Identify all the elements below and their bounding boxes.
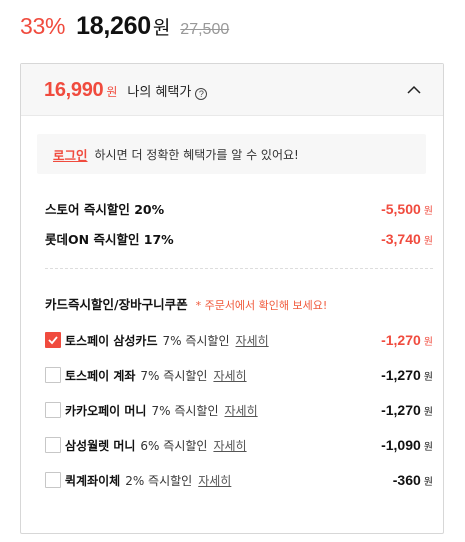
benefit-label: 나의 혜택가 [127,85,192,100]
card-coupon-header: 카드즉시할인/장바구니쿠폰 * 주문서에서 확인해 보세요! [45,294,327,313]
coupon-amount: -1,270 원 [381,367,433,383]
benefit-panel-header[interactable]: 16,990 원 나의 혜택가 ? [21,64,443,116]
card-coupon-note: * 주문서에서 확인해 보세요! [195,299,328,312]
instant-discount-name: 스토어 즉시할인 20% [45,202,165,217]
card-coupon-row: 카카오페이 머니 7% 즉시할인 자세히 -1,270 원 [45,401,433,419]
checkmark-icon [48,336,58,345]
coupon-checkbox[interactable] [45,332,61,348]
instant-discount-row: 롯데ON 즉시할인 17% -3,740 원 [45,229,433,248]
coupon-amount: -1,270 원 [381,332,433,348]
instant-discount-amount: -3,740 원 [381,231,433,247]
coupon-detail-link[interactable]: 자세히 [224,402,257,419]
coupon-checkbox[interactable] [45,472,61,488]
coupon-rate: 7% 즉시할인 [140,368,208,383]
chevron-up-icon[interactable] [407,83,421,97]
card-coupon-row: 토스페이 계좌 7% 즉시할인 자세히 -1,270 원 [45,366,433,384]
benefit-price-group: 16,990 원 나의 혜택가 ? [44,79,208,102]
coupon-detail-link[interactable]: 자세히 [213,367,246,384]
card-coupon-row: 퀵계좌이체 2% 즉시할인 자세히 -360 원 [45,471,433,489]
coupon-rate: 2% 즉시할인 [125,473,193,488]
coupon-detail-link[interactable]: 자세히 [213,437,246,454]
coupon-amount: -360 원 [392,472,433,488]
login-prompt-message: 하시면 더 정확한 혜택가를 알 수 있어요! [94,147,299,162]
coupon-name: 토스페이 삼성카드 [65,333,158,348]
benefit-panel: 16,990 원 나의 혜택가 ? 로그인 하시면 더 정확한 혜택가를 알 수… [20,63,444,534]
card-coupon-row: 삼성월렛 머니 6% 즉시할인 자세히 -1,090 원 [45,436,433,454]
question-circle-icon[interactable]: ? [195,88,208,100]
card-coupon-title: 카드즉시할인/장바구니쿠폰 [45,297,188,312]
coupon-rate: 7% 즉시할인 [151,403,219,418]
coupon-detail-link[interactable]: 자세히 [198,472,231,489]
coupon-amount: -1,090 원 [381,437,433,453]
original-price: 27,500 [180,21,230,38]
instant-discount-amount: -5,500 원 [381,201,433,217]
coupon-checkbox[interactable] [45,367,61,383]
coupon-detail-link[interactable]: 자세히 [236,332,269,349]
sale-price-currency: 원 [152,17,171,39]
coupon-rate: 7% 즉시할인 [162,333,230,348]
benefit-price-currency: 원 [106,85,118,99]
coupon-name: 카카오페이 머니 [65,403,147,418]
instant-discount-name: 롯데ON 즉시할인 17% [45,232,174,247]
login-link[interactable]: 로그인 [53,145,88,164]
section-divider [45,268,433,269]
sale-price: 18,260 [76,12,151,40]
coupon-checkbox[interactable] [45,402,61,418]
coupon-checkbox[interactable] [45,437,61,453]
discount-rate: 33% [20,13,66,39]
coupon-name: 삼성월렛 머니 [65,438,136,453]
coupon-rate: 6% 즉시할인 [140,438,208,453]
instant-discount-row: 스토어 즉시할인 20% -5,500 원 [45,199,433,218]
login-prompt-box: 로그인 하시면 더 정확한 혜택가를 알 수 있어요! [37,134,426,174]
benefit-price: 16,990 [44,79,104,101]
coupon-amount: -1,270 원 [381,402,433,418]
coupon-name: 퀵계좌이체 [65,473,121,488]
coupon-name: 토스페이 계좌 [65,368,136,383]
price-summary: 33% 18,260 원 27,500 [20,12,229,46]
card-coupon-row: 토스페이 삼성카드 7% 즉시할인 자세히 -1,270 원 [45,331,433,349]
